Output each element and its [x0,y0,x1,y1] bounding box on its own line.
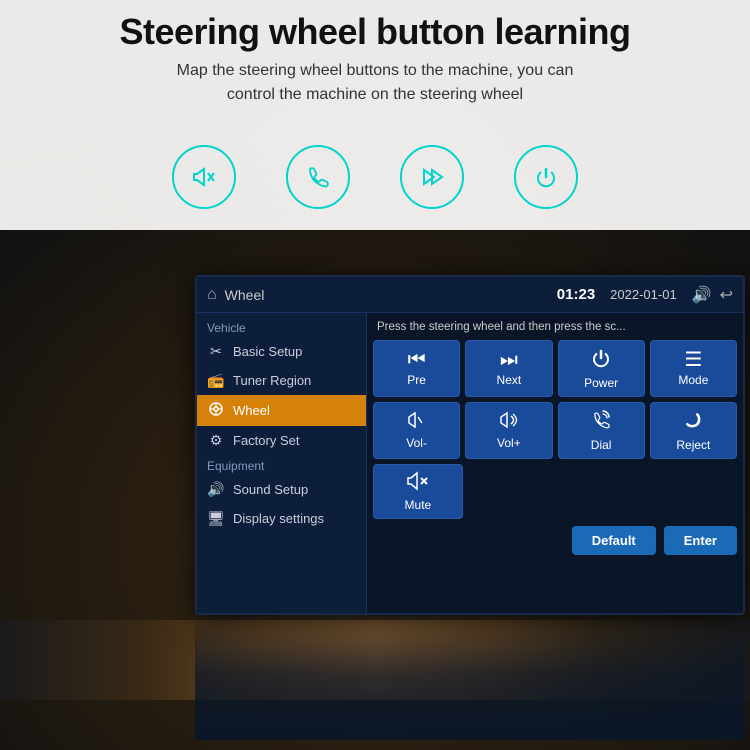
wheel-icon [207,401,225,420]
screen-container: ⌂ Wheel 01:23 2022-01-01 🔊 ↩ Vehicle ✂ B… [195,275,745,615]
ui-screen: ⌂ Wheel 01:23 2022-01-01 🔊 ↩ Vehicle ✂ B… [195,275,745,615]
wood-strip [0,620,750,700]
vol-down-label: Vol- [406,436,427,450]
right-panel: Press the steering wheel and then press … [367,313,743,613]
menu-display-settings[interactable]: 🖥 Display settings [197,504,366,533]
equipment-section-label: Equipment [197,455,366,475]
mute-btn-icon [407,471,429,495]
vol-down-icon [406,411,428,433]
reject-icon [682,409,704,435]
menu-sound-setup[interactable]: 🔊 Sound Setup [197,475,366,504]
header-right-icons: 🔊 ↩ [692,285,733,305]
left-menu: Vehicle ✂ Basic Setup 📻 Tuner Region [197,313,367,613]
power-button[interactable]: Power [558,340,645,397]
mode-label: Mode [678,373,708,387]
power-icon [590,347,612,373]
display-settings-label: Display settings [233,511,324,526]
sound-setup-label: Sound Setup [233,482,308,497]
mute-button[interactable]: Mute [373,464,463,519]
content-area: Vehicle ✂ Basic Setup 📻 Tuner Region [197,313,743,613]
vol-up-icon [498,411,520,433]
mode-icon: ☰ [684,350,702,370]
dial-icon [590,409,612,435]
power-feature-icon [514,145,578,209]
bottom-actions: Default Enter [373,526,737,555]
reject-button[interactable]: Reject [650,402,737,459]
radio-icon: 📻 [207,372,225,389]
tuner-region-label: Tuner Region [233,373,311,388]
skip-feature-icon [400,145,464,209]
sound-icon: 🔊 [207,481,225,498]
vol-up-button[interactable]: Vol+ [465,402,552,459]
menu-factory-set[interactable]: ⚙ Factory Set [197,426,366,455]
basic-setup-label: Basic Setup [233,344,302,359]
control-buttons-row1: ⏮ Pre ⏭ Next Power [373,340,737,397]
header-date: 2022-01-01 [610,287,677,302]
wheel-header-label: Wheel [225,287,542,303]
back-icon: ↩ [720,285,733,305]
factory-icon: ⚙ [207,432,225,449]
title-section: Steering wheel button learning Map the s… [0,10,750,107]
instruction-text: Press the steering wheel and then press … [373,319,737,335]
menu-tuner-region[interactable]: 📻 Tuner Region [197,366,366,395]
enter-button[interactable]: Enter [664,526,737,555]
mute-label: Mute [405,498,432,512]
next-button[interactable]: ⏭ Next [465,340,552,397]
dial-button[interactable]: Dial [558,402,645,459]
mute-feature-icon [172,145,236,209]
dial-label: Dial [591,438,612,452]
header-bar: ⌂ Wheel 01:23 2022-01-01 🔊 ↩ [197,277,743,313]
volume-icon: 🔊 [692,285,712,305]
mute-row-spacer [468,464,737,519]
menu-basic-setup[interactable]: ✂ Basic Setup [197,337,366,366]
pre-label: Pre [407,373,426,387]
display-icon: 🖥 [207,510,225,527]
reject-label: Reject [676,438,710,452]
page-title: Steering wheel button learning [0,10,750,53]
menu-wheel[interactable]: Wheel [197,395,366,426]
next-icon: ⏭ [500,350,518,370]
scissors-icon: ✂ [207,343,225,360]
control-buttons-row3: Mute [373,464,737,519]
pre-button[interactable]: ⏮ Pre [373,340,460,397]
call-feature-icon [286,145,350,209]
header-time: 01:23 [557,286,595,303]
subtitle: Map the steering wheel buttons to the ma… [0,59,750,107]
feature-icons-row [0,145,750,209]
wheel-label: Wheel [233,403,270,418]
vehicle-section-label: Vehicle [197,317,366,337]
power-label: Power [584,376,618,390]
mode-button[interactable]: ☰ Mode [650,340,737,397]
vol-down-button[interactable]: Vol- [373,402,460,459]
default-button[interactable]: Default [572,526,656,555]
home-icon: ⌂ [207,286,217,304]
next-label: Next [497,373,522,387]
control-buttons-row2: Vol- Vol+ [373,402,737,459]
pre-icon: ⏮ [408,350,426,370]
vol-up-label: Vol+ [497,436,521,450]
factory-set-label: Factory Set [233,433,299,448]
